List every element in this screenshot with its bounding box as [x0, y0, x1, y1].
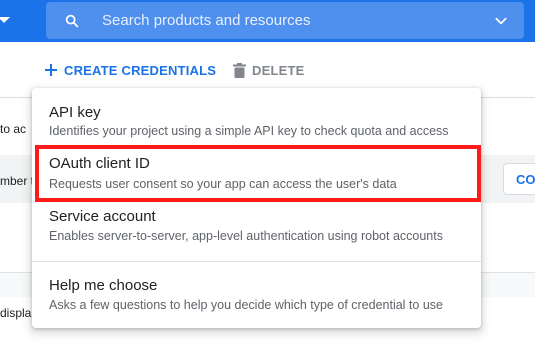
create-credentials-menu: API key Identifies your project using a … — [32, 88, 481, 328]
background-text-line: to ac — [0, 122, 27, 136]
background-text-line: displa — [0, 306, 32, 320]
menu-item-service-account[interactable]: Service account Enables server-to-server… — [32, 206, 481, 261]
menu-item-title: Help me choose — [49, 277, 158, 294]
menu-item-api-key[interactable]: API key Identifies your project using a … — [32, 88, 481, 150]
menu-item-description: Enables server-to-server, app-level auth… — [49, 229, 443, 243]
create-credentials-button[interactable]: CREATE CREDENTIALS — [44, 60, 216, 80]
background-text-line: mber t — [0, 174, 35, 188]
create-credentials-label: CREATE CREDENTIALS — [64, 62, 217, 78]
delete-button[interactable]: DELETE — [233, 60, 304, 80]
search-bar[interactable] — [46, 2, 524, 39]
caret-down-icon[interactable] — [0, 17, 10, 23]
menu-item-help-me-choose[interactable]: Help me choose Asks a few questions to h… — [32, 262, 481, 328]
menu-item-description: Asks a few questions to help you decide … — [49, 298, 443, 312]
search-input[interactable] — [102, 2, 482, 39]
trash-icon — [233, 62, 246, 78]
menu-item-title: Service account — [49, 208, 156, 225]
menu-item-title: API key — [49, 104, 101, 121]
delete-label: DELETE — [252, 62, 305, 78]
menu-item-description: Identifies your project using a simple A… — [49, 124, 449, 138]
chevron-down-icon[interactable] — [494, 14, 508, 28]
highlight-box — [35, 145, 481, 202]
search-icon — [65, 14, 79, 28]
configure-consent-button[interactable]: CO — [503, 163, 535, 195]
plus-icon — [45, 64, 57, 76]
top-app-bar — [0, 0, 535, 42]
